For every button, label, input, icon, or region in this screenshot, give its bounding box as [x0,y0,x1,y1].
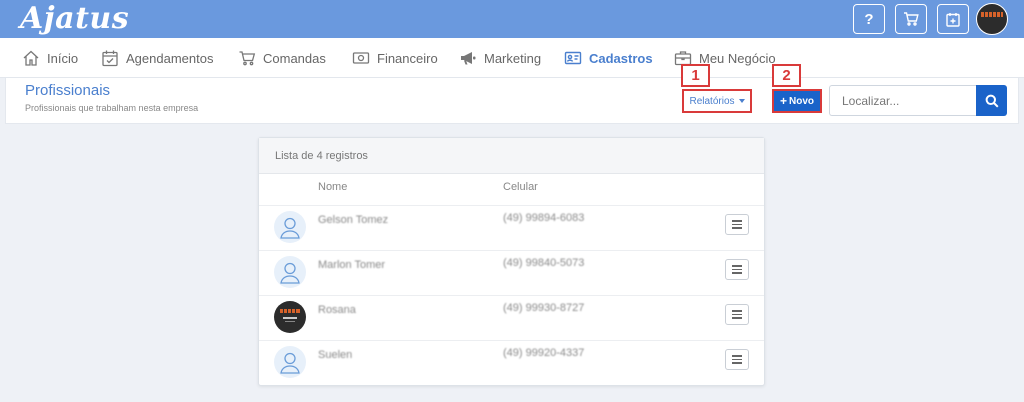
main-nav: Início Agendamentos Comandas Financeiro … [0,38,1024,78]
nav-label: Comandas [263,50,326,66]
search-icon [985,94,999,108]
reports-label: Relatórios [689,95,735,107]
cart-icon [239,51,256,66]
business-logo-icon [280,309,300,322]
money-icon [352,52,370,64]
menu-icon-line [732,227,742,229]
nav-label: Financeiro [377,50,438,66]
row-menu-button[interactable] [725,304,749,325]
page-title: Profissionais [25,82,111,99]
table-row[interactable]: Marlon Tomer (49) 99840-5073 [259,250,764,295]
page-subtitle: Profissionais que trabalham nesta empres… [25,103,199,113]
menu-icon-line [732,358,742,361]
nav-label: Cadastros [589,50,653,66]
avatar [274,211,306,243]
row-phone: (49) 99920-4337 [503,347,585,359]
reports-dropdown-button[interactable]: Relatórios [682,89,752,113]
top-header: Ajatus ? [0,0,1024,38]
table-row[interactable]: Suelen (49) 99920-4337 [259,340,764,385]
nav-item-comandas[interactable]: Comandas [238,38,326,78]
menu-icon-line [732,317,742,319]
menu-icon-line [732,272,742,274]
menu-icon [732,220,742,222]
menu-icon [732,310,742,312]
plus-icon: + [779,94,787,108]
nav-item-inicio[interactable]: Início [22,38,78,78]
cart-icon [904,12,919,26]
new-button[interactable]: + Novo [772,89,822,113]
help-icon: ? [864,10,874,28]
menu-icon [732,265,742,267]
app-logo[interactable]: Ajatus [20,2,129,36]
row-name: Gelson Tomez [318,214,389,226]
row-phone: (49) 99930-8727 [503,302,585,314]
nav-item-agendamentos[interactable]: Agendamentos [101,38,213,78]
list-header: Lista de 4 registros [259,138,764,174]
menu-icon-line [732,223,742,226]
user-icon [280,217,300,239]
menu-icon-line [732,313,742,316]
search-input[interactable] [829,85,976,116]
menu-icon [732,355,742,357]
row-phone: (49) 99894-6083 [503,212,585,224]
calendar-check-icon [102,50,118,67]
nav-item-marketing[interactable]: Marketing [459,38,541,78]
professionals-list-card: Lista de 4 registros Nome Celular Gelson… [258,137,765,386]
cart-button[interactable] [895,4,927,34]
row-name: Rosana [318,304,356,316]
annotation-callout-2: 2 [772,64,801,87]
user-icon [280,262,300,284]
avatar [274,256,306,288]
row-menu-button[interactable] [725,259,749,280]
row-name: Suelen [318,349,353,361]
search-button[interactable] [976,85,1007,116]
column-header-name: Nome [318,181,348,193]
nav-item-financeiro[interactable]: Financeiro [352,38,438,78]
annotation-callout-1: 1 [681,64,710,87]
user-icon [280,352,300,374]
calendar-add-button[interactable] [937,4,969,34]
menu-icon-line [732,268,742,271]
nav-label: Marketing [484,50,542,66]
help-button[interactable]: ? [853,4,885,34]
avatar [274,301,306,333]
row-phone: (49) 99840-5073 [503,257,585,269]
menu-icon-line [732,362,742,364]
row-name: Marlon Tomer [318,259,386,271]
new-label: Novo [789,95,814,107]
column-header-phone: Celular [503,181,538,193]
table-row[interactable]: Gelson Tomez (49) 99894-6083 [259,205,764,250]
megaphone-icon [461,52,476,65]
caret-down-icon [738,99,745,103]
row-menu-button[interactable] [725,349,749,370]
nav-item-cadastros[interactable]: Cadastros [564,38,653,78]
avatar-logo-stripe [981,12,1003,17]
calendar-add-icon [946,12,960,27]
avatar [274,346,306,378]
nav-label: Agendamentos [126,50,214,66]
profile-avatar[interactable] [976,3,1008,35]
nav-label: Início [47,50,79,66]
table-row[interactable]: Rosana (49) 99930-8727 [259,295,764,340]
id-card-icon [564,51,582,65]
row-menu-button[interactable] [725,214,749,235]
nav-label: Meu Negócio [699,50,776,66]
home-icon [23,50,39,66]
